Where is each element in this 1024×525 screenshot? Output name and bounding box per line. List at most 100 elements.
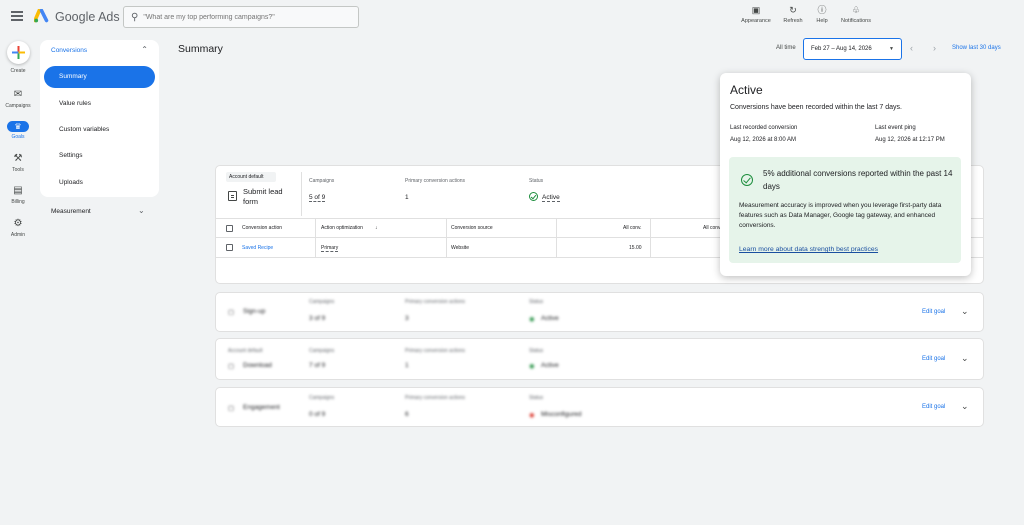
campaigns-label: Campaigns	[309, 395, 335, 401]
rail-tools[interactable]: ⚒ Tools	[0, 153, 36, 173]
goal-icon: ▢	[228, 309, 235, 316]
campaigns-value[interactable]: 5 of 9	[309, 194, 326, 202]
page-title: Summary	[178, 43, 223, 55]
status-label: Status	[529, 395, 544, 401]
account-default-badge: Account default	[226, 172, 276, 182]
edit-goal-link[interactable]: Edit goal	[922, 404, 945, 410]
nav-item-settings[interactable]: Settings	[59, 152, 83, 159]
status-value[interactable]: Active	[542, 194, 560, 202]
megaphone-icon: ✉	[13, 89, 23, 100]
status-label: Status	[529, 178, 544, 184]
goal-name: Download	[243, 362, 272, 369]
popover-description: Conversions have been recorded within th…	[730, 104, 902, 111]
billing-icon: ▤	[13, 185, 23, 196]
goal-card-sign-up[interactable]: ▢ Sign-up Campaigns 3 of 9 Primary conve…	[215, 292, 984, 332]
conversion-source-value: Website	[451, 245, 469, 251]
data-strength-callout: 5% additional conversions reported withi…	[729, 157, 961, 263]
chevron-down-icon[interactable]: ⌄	[961, 401, 969, 412]
edit-goal-link[interactable]: Edit goal	[922, 309, 945, 315]
trophy-icon: ♛	[7, 121, 29, 132]
edit-goal-link[interactable]: Edit goal	[922, 356, 945, 362]
notifications-button[interactable]: ♧ Notifications	[834, 5, 878, 24]
last-conversion-value: Aug 12, 2026 at 8:00 AM	[730, 137, 797, 143]
chevron-down-icon[interactable]: ⌄	[961, 306, 969, 317]
primary-actions-label: Primary conversion actions	[405, 178, 466, 184]
last-ping-label: Last event ping	[875, 125, 916, 131]
last-ping-value: Aug 12, 2026 at 12:17 PM	[875, 137, 945, 143]
status-value: Active	[541, 362, 559, 369]
rail-goals[interactable]: ♛ Goals	[0, 121, 36, 140]
col-all-conv-2[interactable]: All conv.	[703, 225, 722, 231]
rail-campaigns[interactable]: ✉ Campaigns	[0, 89, 36, 109]
callout-body: Measurement accuracy is improved when yo…	[739, 202, 942, 229]
nav-item-summary[interactable]: Summary	[44, 66, 155, 88]
status-value: Active	[541, 315, 559, 322]
select-all-checkbox[interactable]	[226, 225, 233, 232]
col-action-optimization[interactable]: Action optimization	[321, 225, 363, 231]
nav-item-uploads[interactable]: Uploads	[59, 179, 83, 186]
goal-card-download[interactable]: Account default ▢ Download Campaigns 7 o…	[215, 338, 984, 380]
nav-section-measurement[interactable]: Measurement	[51, 208, 91, 215]
previous-period-icon[interactable]: ‹	[910, 43, 913, 53]
primary-actions-value: 3	[405, 315, 409, 322]
goal-card-engagement[interactable]: ▢ Engagement Campaigns 0 of 9 Primary co…	[215, 387, 984, 427]
show-last-30-days-link[interactable]: Show last 30 days	[952, 45, 1001, 51]
brand-name: Google Ads	[55, 10, 120, 24]
primary-actions-value: 6	[405, 411, 409, 418]
search-box[interactable]: ⚲	[123, 6, 359, 28]
check-circle-icon	[741, 174, 753, 186]
chevron-up-icon[interactable]: ⌃	[141, 45, 148, 54]
check-circle-icon: ◉	[529, 363, 535, 370]
status-label: Status	[529, 299, 544, 305]
error-icon: ◉	[529, 412, 535, 419]
goal-icon: ▢	[228, 405, 235, 412]
learn-more-link[interactable]: Learn more about data strength best prac…	[739, 246, 878, 253]
col-conversion-action[interactable]: Conversion action	[242, 225, 282, 231]
goal-name: Sign-up	[243, 308, 266, 315]
rail-admin[interactable]: ⚙ Admin	[0, 218, 36, 238]
nav-item-custom-variables[interactable]: Custom variables	[59, 126, 109, 133]
last-conversion-label: Last recorded conversion	[730, 125, 798, 131]
tools-icon: ⚒	[13, 153, 23, 164]
next-period-icon[interactable]: ›	[933, 43, 936, 53]
gear-icon: ⚙	[13, 218, 23, 229]
primary-actions-label: Primary conversion actions	[405, 348, 466, 354]
plus-icon	[12, 46, 25, 59]
nav-item-value-rules[interactable]: Value rules	[59, 100, 91, 107]
column-divider	[301, 172, 302, 216]
primary-actions-value: 1	[405, 194, 409, 201]
create-button[interactable]	[7, 41, 30, 64]
primary-actions-label: Primary conversion actions	[405, 299, 466, 305]
menu-icon[interactable]	[11, 11, 23, 21]
search-input[interactable]	[143, 13, 344, 21]
conversion-action-link[interactable]: Saved Recipe	[242, 245, 273, 251]
bell-icon: ♧	[851, 5, 861, 15]
popover-title: Active	[730, 83, 763, 97]
rail-billing[interactable]: ▤ Billing	[0, 185, 36, 205]
all-time-label: All time	[776, 45, 796, 51]
google-ads-logo[interactable]	[34, 9, 50, 23]
col-all-conv[interactable]: All conv.	[623, 225, 642, 231]
primary-actions-label: Primary conversion actions	[405, 395, 466, 401]
row-checkbox[interactable]	[226, 244, 233, 251]
callout-heading: 5% additional conversions reported withi…	[763, 169, 953, 191]
nav-section-conversions[interactable]: Conversions	[51, 47, 87, 54]
chevron-down-icon[interactable]: ⌄	[961, 353, 969, 364]
all-conv-value: 15.00	[629, 245, 642, 251]
search-icon: ⚲	[131, 11, 139, 23]
status-popover: Active Conversions have been recorded wi…	[720, 73, 971, 276]
date-range-picker[interactable]: Feb 27 – Aug 14, 2026 ▼	[803, 38, 902, 60]
campaigns-value: 3 of 9	[309, 315, 326, 322]
rail-create[interactable]: Create	[0, 66, 36, 74]
action-optimization-value[interactable]: Primary	[321, 245, 339, 252]
col-conversion-source[interactable]: Conversion source	[451, 225, 493, 231]
goal-icon: ▢	[228, 363, 235, 370]
campaigns-label: Campaigns	[309, 348, 335, 354]
status-value: Misconfigured	[541, 411, 582, 418]
goal-name: Submit lead form	[243, 187, 283, 206]
chevron-down-icon[interactable]: ⌄	[138, 206, 145, 215]
check-circle-icon	[529, 192, 538, 201]
sort-arrow-icon[interactable]: ↓	[375, 225, 378, 231]
campaigns-value: 0 of 9	[309, 411, 326, 418]
goal-name: Engagement	[243, 404, 280, 411]
